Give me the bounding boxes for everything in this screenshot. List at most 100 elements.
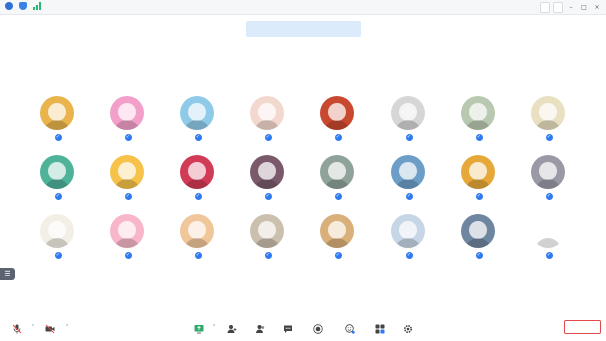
avatar-cartoon-red [180, 155, 214, 189]
participant-name-row: ✓ [454, 133, 502, 142]
avatar-face [469, 221, 487, 239]
participant-tile[interactable]: ✓ [243, 96, 291, 148]
avatar-face [118, 221, 136, 239]
share-button[interactable] [184, 319, 214, 341]
avatar-face [258, 103, 276, 121]
avatar-body [324, 179, 350, 189]
participant-tile[interactable]: ✓ [454, 96, 502, 148]
avatar-body [44, 238, 70, 248]
avatar-body [465, 238, 491, 248]
participant-tile[interactable]: ✓ [243, 155, 291, 207]
participant-name-row: ✓ [243, 251, 291, 260]
reaction-button[interactable] [335, 319, 365, 341]
apps-button[interactable] [365, 319, 395, 341]
avatar-body [114, 179, 140, 189]
avatar-body [184, 120, 210, 130]
close-icon[interactable]: × [592, 3, 602, 12]
participant-tile[interactable]: ✓ [313, 214, 361, 266]
maximize-icon[interactable]: □ [579, 3, 589, 12]
verified-badge-icon: ✓ [194, 134, 202, 141]
participant-tile[interactable]: ✓ [454, 214, 502, 266]
video-button[interactable] [35, 319, 65, 341]
minimize-icon[interactable]: – [566, 3, 576, 12]
participant-name-row: ✓ [33, 192, 81, 201]
participant-tile[interactable]: ✓ [103, 214, 151, 266]
avatar-girl-cartoon [40, 155, 74, 189]
avatar-face [328, 221, 346, 239]
shield-icon[interactable] [19, 2, 27, 10]
participant-tile[interactable]: ✓ [33, 214, 81, 266]
participant-tile[interactable]: ✓ [384, 155, 432, 207]
avatar-face [399, 162, 417, 180]
avatar-face [539, 221, 557, 239]
participant-tile[interactable]: ✓ [173, 96, 221, 148]
avatar-body [395, 179, 421, 189]
participant-tile[interactable]: ✓ [524, 155, 572, 207]
invite-button[interactable] [217, 319, 247, 341]
participant-tile[interactable]: ✓ [103, 155, 151, 207]
participant-name-row: ✓ [103, 192, 151, 201]
participant-name-row: ✓ [33, 133, 81, 142]
verified-badge-icon: ✓ [475, 193, 483, 200]
avatar-body [114, 120, 140, 130]
verified-badge-icon: ✓ [194, 252, 202, 259]
participant-tile[interactable]: ✓ [524, 214, 572, 266]
participant-tile[interactable]: ✓ [33, 155, 81, 207]
title-button-2[interactable] [553, 2, 563, 13]
info-icon[interactable] [5, 2, 13, 10]
avatar-tiger-cartoon [180, 214, 214, 248]
signal-icon[interactable] [33, 2, 41, 10]
verified-badge-icon: ✓ [264, 134, 272, 141]
verified-badge-icon: ✓ [54, 193, 62, 200]
avatar-seascape [391, 155, 425, 189]
title-bar-controls: – □ × [540, 2, 602, 13]
participant-name-row: ✓ [524, 192, 572, 201]
avatar-photo-person [531, 155, 565, 189]
video-options-chevron-icon[interactable]: ⌃ [65, 324, 69, 330]
participant-tile[interactable]: ✓ [313, 96, 361, 148]
verified-badge-icon: ✓ [194, 193, 202, 200]
avatar-girl-cartoon [40, 96, 74, 130]
participant-name-row: ✓ [103, 251, 151, 260]
participant-name-row: ✓ [454, 192, 502, 201]
share-options-chevron-icon[interactable]: ⌃ [212, 324, 216, 330]
participant-tile[interactable]: ✓ [384, 214, 432, 266]
title-button-1[interactable] [540, 2, 550, 13]
avatar-sheep [461, 96, 495, 130]
participant-tile[interactable]: ✓ [313, 155, 361, 207]
participant-tile[interactable]: ✓ [524, 96, 572, 148]
avatar-body [324, 238, 350, 248]
chat-icon [283, 319, 293, 333]
verified-badge-icon: ✓ [334, 252, 342, 259]
title-bar-status [5, 2, 41, 10]
avatar-body [324, 120, 350, 130]
avatar-photo-street [320, 155, 354, 189]
verified-badge-icon: ✓ [264, 193, 272, 200]
participant-tile[interactable]: ✓ [454, 155, 502, 207]
participant-name-row: ✓ [173, 251, 221, 260]
avatar-photo-person [461, 214, 495, 248]
reaction-icon [345, 319, 355, 334]
record-button[interactable] [303, 319, 333, 341]
chat-button[interactable] [273, 319, 303, 341]
participant-tile[interactable]: ✓ [384, 96, 432, 148]
side-panel-toggle-icon[interactable]: ☰ [0, 268, 15, 280]
end-meeting-button[interactable] [564, 320, 601, 334]
title-bar: – □ × [0, 0, 606, 15]
avatar-tiger-cartoon [110, 155, 144, 189]
notice-toast [246, 21, 361, 37]
participant-tile[interactable]: ✓ [103, 96, 151, 148]
members-button[interactable] [245, 319, 275, 341]
settings-button[interactable] [393, 319, 423, 341]
participant-name-row: ✓ [33, 251, 81, 260]
participant-name-row: ✓ [313, 251, 361, 260]
participant-tile[interactable]: ✓ [173, 155, 221, 207]
screen-share-icon [194, 319, 204, 334]
mic-button[interactable] [2, 319, 32, 341]
participant-tile[interactable]: ✓ [33, 96, 81, 148]
avatar-face [188, 221, 206, 239]
participant-tile[interactable]: ✓ [243, 214, 291, 266]
avatar-flowers [250, 155, 284, 189]
avatar-face [258, 221, 276, 239]
participant-tile[interactable]: ✓ [173, 214, 221, 266]
